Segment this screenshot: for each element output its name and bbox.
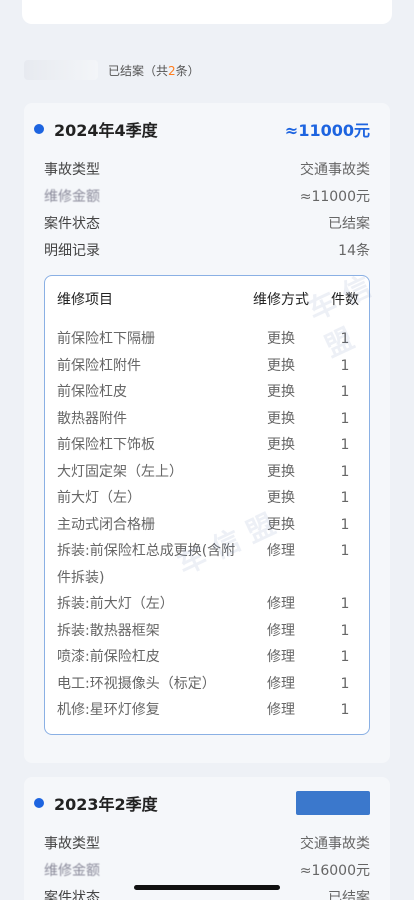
detail-row: 电工:环视摄像头（标定） 修理 1	[45, 671, 369, 698]
blurred-label	[24, 60, 98, 80]
detail-item: 电工:环视摄像头（标定）	[57, 675, 216, 692]
detail-item: 拆装:前保险杠总成更换(含附件拆装)	[57, 543, 236, 586]
detail-method: 更换	[267, 357, 295, 374]
detail-method: 修理	[267, 649, 295, 665]
detail-item: 喷漆:前保险杠皮	[57, 649, 160, 665]
record-dot-icon	[34, 798, 44, 808]
detail-item: 机修:星环灯修复	[57, 702, 160, 718]
info-row-accident-type: 事故类型 交通事故类	[44, 835, 370, 852]
detail-method: 修理	[267, 702, 295, 718]
detail-method: 更换	[267, 410, 295, 427]
home-indicator[interactable]	[134, 885, 280, 890]
detail-count: 1	[340, 596, 350, 612]
detail-method: 修理	[267, 596, 295, 612]
record-title: 2023年2季度	[24, 777, 390, 829]
detail-row: 拆装:前保险杠总成更换(含附件拆装) 修理 1	[45, 538, 369, 591]
record-quarter: 2024年4季度	[54, 121, 158, 140]
detail-item: 前保险杠附件	[57, 357, 141, 374]
detail-item: 大灯固定架（左上）	[57, 463, 183, 480]
detail-item: 前保险杠皮	[57, 384, 127, 400]
detail-row: 大灯固定架（左上） 更换 1	[45, 459, 369, 486]
detail-row: 喷漆:前保险杠皮 修理 1	[45, 644, 369, 671]
detail-item: 拆装:前大灯（左）	[57, 596, 174, 612]
detail-count: 1	[340, 357, 350, 374]
header-count: 件数	[331, 292, 359, 308]
detail-count: 1	[340, 463, 350, 480]
repair-detail-table: 维修项目 维修方式 件数 前保险杠下隔栅 更换 1 前保险杠附件 更换 1 前保险杠皮 更换 1…	[44, 275, 370, 735]
info-row-repair-amount: 维修金额 ≈11000元	[44, 188, 370, 205]
detail-count: 1	[340, 675, 350, 692]
record-quarter: 2023年2季度	[54, 795, 158, 814]
detail-count: 1	[340, 702, 350, 718]
detail-item: 前保险杠下隔栅	[57, 331, 155, 347]
record-amount: ≈11000元	[284, 121, 370, 140]
detail-item: 前大灯（左）	[57, 490, 141, 506]
detail-row: 拆装:散热器框架 修理 1	[45, 618, 369, 645]
detail-item: 拆装:散热器框架	[57, 622, 160, 639]
detail-method: 修理	[267, 622, 295, 639]
info-row-repair-amount: 维修金额 ≈16000元	[44, 862, 370, 879]
detail-row: 前保险杠皮 更换 1	[45, 379, 369, 406]
record-dot-icon	[34, 124, 44, 134]
detail-row: 主动式闭合格栅 更换 1	[45, 512, 369, 539]
detail-method: 更换	[267, 490, 295, 506]
header-method: 维修方式	[253, 292, 309, 308]
detail-table-header: 维修项目 维修方式 件数	[45, 276, 369, 322]
redacted-amount	[296, 791, 370, 815]
detail-row: 机修:星环灯修复 修理 1	[45, 697, 369, 724]
detail-method: 更换	[267, 437, 295, 453]
detail-count: 1	[340, 490, 350, 506]
detail-row: 散热器附件 更换 1	[45, 406, 369, 433]
section-status: 已结案（共2条）	[108, 63, 200, 78]
detail-method: 更换	[267, 516, 295, 533]
detail-count: 1	[340, 516, 350, 533]
detail-count: 1	[340, 543, 350, 559]
section-header: 已结案（共2条）	[24, 58, 200, 82]
record-title: 2024年4季度 ≈11000元	[24, 103, 390, 155]
detail-count: 1	[340, 384, 350, 400]
detail-method: 修理	[267, 675, 295, 692]
detail-count: 1	[340, 649, 350, 665]
detail-count: 1	[340, 331, 350, 347]
record-card: 2023年2季度 事故类型 交通事故类 维修金额 ≈16000元 案件状态 已结…	[24, 777, 390, 900]
detail-method: 修理	[267, 543, 295, 559]
detail-method: 更换	[267, 463, 295, 480]
detail-item: 前保险杠下饰板	[57, 437, 155, 453]
header-item: 维修项目	[57, 292, 113, 308]
detail-row: 前大灯（左） 更换 1	[45, 485, 369, 512]
detail-count: 1	[340, 410, 350, 427]
detail-row: 前保险杠下饰板 更换 1	[45, 432, 369, 459]
detail-count: 1	[340, 437, 350, 453]
info-row-case-status: 案件状态 已结案	[44, 215, 370, 232]
record-card: 2024年4季度 ≈11000元 事故类型 交通事故类 维修金额 ≈11000元…	[24, 103, 390, 763]
detail-item: 散热器附件	[57, 410, 127, 427]
detail-row: 前保险杠下隔栅 更换 1	[45, 326, 369, 353]
detail-row: 前保险杠附件 更换 1	[45, 353, 369, 380]
detail-item: 主动式闭合格栅	[57, 516, 155, 533]
detail-row: 拆装:前大灯（左） 修理 1	[45, 591, 369, 618]
previous-card	[22, 0, 392, 24]
detail-method: 更换	[267, 331, 295, 347]
detail-table-body: 前保险杠下隔栅 更换 1 前保险杠附件 更换 1 前保险杠皮 更换 1 散热器附件 更换 1 前保险杠下…	[45, 322, 369, 724]
detail-count: 1	[340, 622, 350, 639]
detail-method: 更换	[267, 384, 295, 400]
info-row-accident-type: 事故类型 交通事故类	[44, 161, 370, 178]
info-row-detail-records: 明细记录 14条	[44, 242, 370, 259]
